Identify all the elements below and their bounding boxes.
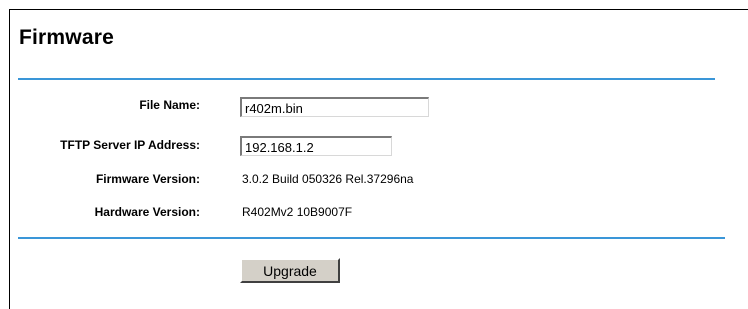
file-name-label: File Name: [139, 98, 200, 112]
file-name-input[interactable] [240, 97, 429, 117]
bottom-divider [18, 237, 725, 239]
firmware-version-value: 3.0.2 Build 050326 Rel.37296na [242, 172, 414, 186]
hardware-version-label: Hardware Version: [94, 205, 200, 219]
labels-column: File Name: TFTP Server IP Address: Firmw… [0, 0, 200, 309]
tftp-server-ip-label: TFTP Server IP Address: [60, 138, 200, 152]
firmware-version-label: Firmware Version: [95, 172, 200, 186]
upgrade-button[interactable]: Upgrade [240, 258, 340, 283]
hardware-version-value: R402Mv2 10B9007F [242, 205, 353, 219]
tftp-server-ip-input[interactable] [240, 136, 392, 156]
